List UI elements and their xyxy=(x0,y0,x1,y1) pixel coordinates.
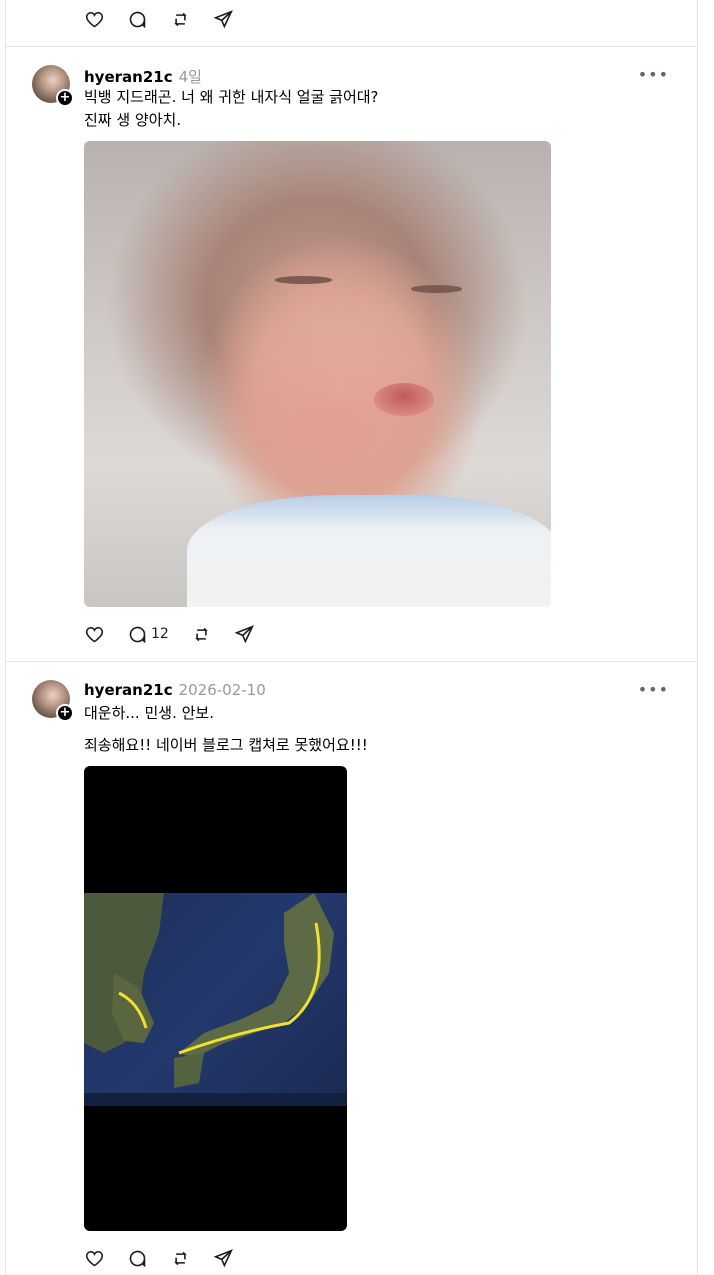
reply-count: 12 xyxy=(151,626,169,642)
action-bar-top xyxy=(84,7,256,31)
image-detail xyxy=(186,495,551,607)
image-detail xyxy=(373,383,435,416)
username-text[interactable]: hyeran21c xyxy=(84,68,173,86)
post-time: 4일 xyxy=(178,68,202,86)
share-icon xyxy=(213,1248,233,1267)
like-button[interactable] xyxy=(84,622,105,646)
follow-plus-icon[interactable]: + xyxy=(56,704,74,722)
divider xyxy=(6,661,699,662)
feed: + hyeran21c 4일 ••• 빅뱅 지드래곤. 너 왜 귀한 내자식 얼굴… xyxy=(5,0,699,1275)
more-options-icon[interactable]: ••• xyxy=(638,65,669,84)
repost-icon xyxy=(195,627,208,641)
post-text-line: 대운하... 민생. 안보. xyxy=(84,704,214,722)
heart-icon xyxy=(85,1250,104,1266)
divider xyxy=(6,46,699,47)
username[interactable]: hyeran21c 2026-02-10 xyxy=(84,681,266,699)
map-image xyxy=(84,893,347,1106)
comment-button[interactable] xyxy=(127,7,148,31)
follow-plus-icon[interactable]: + xyxy=(56,89,74,107)
comment-icon xyxy=(129,11,146,28)
image-detail xyxy=(275,276,332,284)
post-image-map[interactable] xyxy=(84,766,347,1231)
repost-button[interactable] xyxy=(191,622,212,646)
comment-button[interactable] xyxy=(127,1246,148,1270)
username[interactable]: hyeran21c 4일 xyxy=(84,66,202,87)
share-button[interactable] xyxy=(213,7,234,31)
map-graphic xyxy=(84,893,347,1106)
comment-button[interactable]: 12 xyxy=(127,622,169,646)
scrollbar[interactable] xyxy=(698,0,714,1275)
share-button[interactable] xyxy=(213,1246,234,1270)
share-icon xyxy=(213,9,233,28)
heart-icon xyxy=(85,11,104,27)
post-image-baby[interactable] xyxy=(84,141,551,607)
post-time: 2026-02-10 xyxy=(178,681,266,699)
like-button[interactable] xyxy=(84,1246,105,1270)
repost-button[interactable] xyxy=(170,1246,191,1270)
action-bar xyxy=(84,1246,256,1270)
more-options-icon[interactable]: ••• xyxy=(638,680,669,699)
repost-icon xyxy=(174,12,187,26)
like-button[interactable] xyxy=(84,7,105,31)
post-text-line: 죄송해요!! 네이버 블로그 캡쳐로 못했어요!!! xyxy=(84,736,368,754)
image-detail xyxy=(410,285,463,293)
repost-button[interactable] xyxy=(170,7,191,31)
post-text-line: 빅뱅 지드래곤. 너 왜 귀한 내자식 얼굴 긁어대? xyxy=(84,88,379,106)
username-text[interactable]: hyeran21c xyxy=(84,681,173,699)
share-icon xyxy=(234,624,254,643)
repost-icon xyxy=(174,1251,187,1265)
post-text-line: 진짜 생 양아치. xyxy=(84,111,182,129)
action-bar: 12 xyxy=(84,622,277,646)
comment-icon xyxy=(129,626,146,643)
heart-icon xyxy=(85,626,104,642)
share-button[interactable] xyxy=(234,622,255,646)
comment-icon xyxy=(129,1250,146,1267)
